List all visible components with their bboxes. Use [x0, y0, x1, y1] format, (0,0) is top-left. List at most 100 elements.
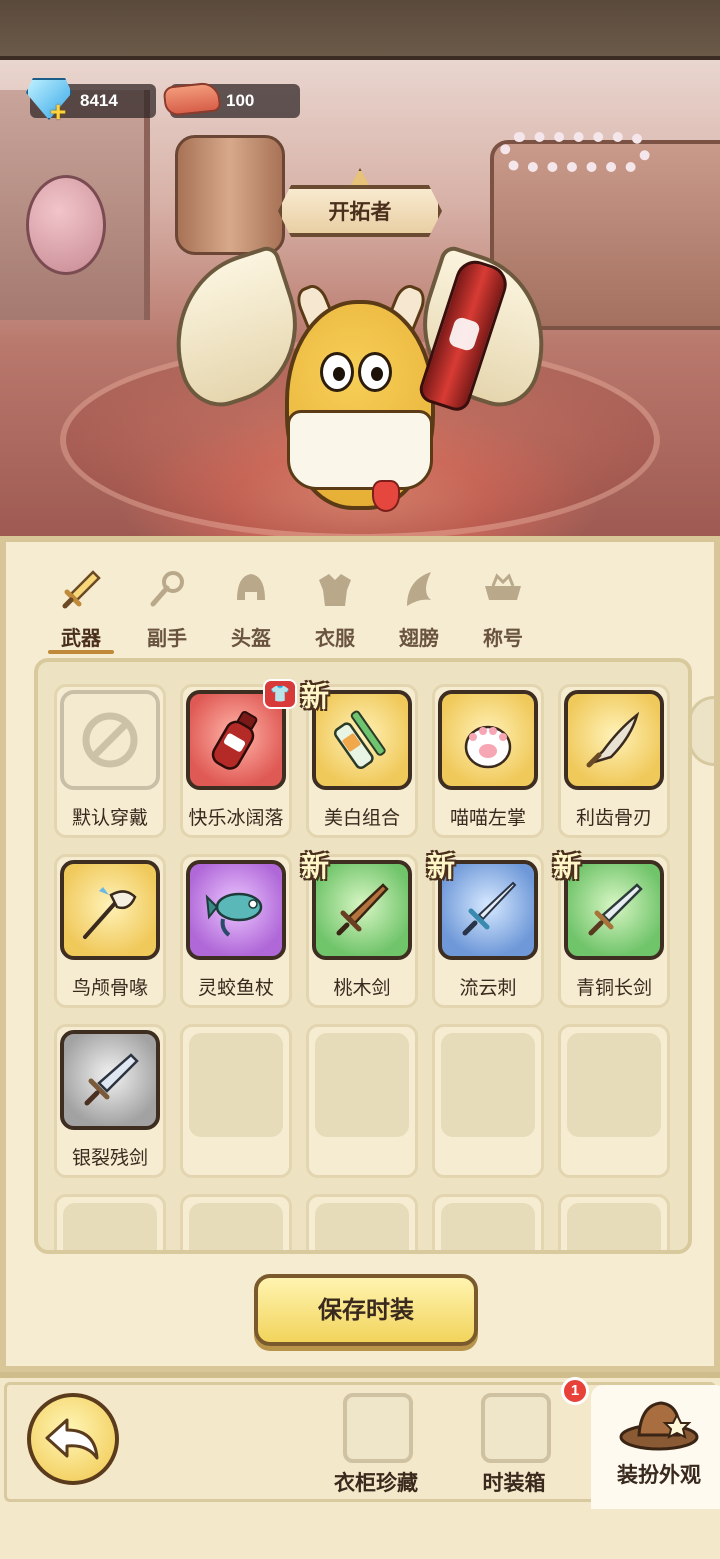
egg-decoration [26, 175, 106, 275]
barrel-decoration [175, 135, 285, 255]
bottom-nav-frame: 衣柜珍藏 时装箱 1 装扮外观 [4, 1377, 720, 1509]
fashion-chest-icon [481, 1393, 551, 1463]
gem-amount: 8414 [80, 91, 118, 110]
item-label: 青铜长剑 [575, 977, 652, 999]
item-cell[interactable]: 新 美白组合 [301, 680, 418, 838]
item-cell[interactable]: 新 桃木剑 [301, 850, 418, 1008]
tab-wings-label: 翅膀 [399, 626, 439, 650]
toothbrush-set-icon [333, 710, 386, 770]
armor-icon [319, 574, 351, 606]
empty-slot [432, 1194, 544, 1250]
add-gems-icon[interactable]: + [50, 98, 74, 126]
tab-clothes-label: 衣服 [315, 626, 355, 650]
item-label: 鸟颅骨喙 [71, 977, 148, 999]
item-label: 默认穿戴 [71, 807, 148, 829]
empty-slot [54, 1194, 166, 1250]
item-label: 美白组合 [323, 807, 400, 829]
tab-offhand[interactable]: 副手 [132, 564, 202, 660]
none-icon [82, 712, 138, 768]
left-eye [320, 352, 354, 392]
new-badge: 新 [553, 850, 582, 883]
empty-slot [558, 1024, 670, 1178]
character-shirt [287, 410, 433, 490]
item-cell[interactable]: 银裂残剑 [54, 1024, 166, 1178]
tab-weapon-label: 武器 [61, 626, 101, 650]
bottom-nav: 衣柜珍藏 时装箱 1 装扮外观 [0, 1372, 720, 1559]
hat-icon [619, 1401, 699, 1451]
item-label: 银裂残剑 [71, 1147, 148, 1169]
tab-title[interactable]: 称号 [468, 564, 538, 660]
item-cell[interactable]: 新 流云刺 [427, 850, 544, 1008]
tab-wings[interactable]: 翅膀 [384, 564, 454, 660]
pearl-necklace-decoration [500, 132, 650, 172]
back-button[interactable] [27, 1393, 119, 1485]
rapier-icon [462, 881, 517, 936]
tab-clothes[interactable]: 衣服 [300, 564, 370, 660]
bronze-sword-icon [588, 883, 643, 936]
nav-fashion-chest-label: 时装箱 [482, 1471, 546, 1495]
nav-dress-up-label: 装扮外观 [617, 1463, 701, 1487]
right-eye [358, 352, 392, 392]
item-frame [60, 860, 160, 960]
item-frame [438, 690, 538, 790]
item-cell[interactable]: 利齿骨刃 [558, 684, 670, 838]
nav-wardrobe[interactable]: 衣柜珍藏 [321, 1393, 431, 1501]
meat-amount: 100 [226, 91, 255, 110]
empty-slot [180, 1024, 292, 1178]
active-tab-indicator [48, 650, 114, 654]
nav-wardrobe-label: 衣柜珍藏 [334, 1471, 418, 1495]
cat-paw-icon [464, 725, 512, 769]
save-outfit-button[interactable]: 保存时装 [254, 1274, 478, 1346]
bone-blade-icon [586, 711, 640, 768]
cola-bottle-icon [211, 710, 258, 770]
new-badge: 新 [301, 850, 330, 883]
empty-slot [306, 1194, 418, 1250]
gem-counter[interactable]: + 8414 [26, 78, 156, 126]
back-arrow-icon [45, 1418, 99, 1460]
nav-fashion-chest[interactable]: 时装箱 [459, 1393, 569, 1501]
item-cell[interactable]: 新 青铜长剑 [553, 850, 670, 1008]
item-label: 快乐冰阔落 [188, 807, 284, 829]
tab-helmet-label: 头盔 [231, 626, 271, 650]
item-label: 流云刺 [459, 977, 517, 999]
item-frame [60, 690, 160, 790]
meat-icon [162, 81, 222, 117]
empty-slot [432, 1024, 544, 1178]
wearing-badge-icon: 👕 [263, 679, 297, 709]
item-label: 灵蛟鱼杖 [197, 977, 274, 999]
wing-icon [407, 572, 431, 606]
item-frame [186, 860, 286, 960]
item-label: 桃木剑 [333, 977, 391, 999]
title-icon [485, 573, 521, 600]
item-frame [564, 690, 664, 790]
meat-counter[interactable]: 100 [162, 81, 300, 118]
offhand-icon [150, 571, 184, 607]
character-title: 开拓者 [328, 201, 392, 224]
nav-dress-up[interactable]: 装扮外观 [591, 1385, 720, 1509]
tab-weapon[interactable]: 武器 [46, 564, 116, 660]
empty-slot [558, 1194, 670, 1250]
item-cell[interactable]: 喵喵左掌 [432, 684, 544, 838]
strawberry-icon [372, 480, 400, 512]
broken-sword-icon [84, 1053, 139, 1106]
item-label: 喵喵左掌 [449, 807, 526, 829]
character-scene: + 8414 100 开拓者 [0, 60, 720, 538]
top-frame [0, 0, 720, 60]
new-badge: 新 [301, 680, 330, 713]
wooden-sword-icon [336, 883, 389, 936]
fish-staff-icon [205, 892, 263, 937]
empty-slot [306, 1024, 418, 1178]
helmet-icon [237, 574, 265, 600]
character-title-badge: 开拓者 [278, 185, 442, 237]
item-cell[interactable]: 👕 快乐冰阔落 [180, 679, 297, 838]
tab-helmet[interactable]: 头盔 [216, 564, 286, 660]
tab-offhand-label: 副手 [147, 626, 187, 650]
empty-slot [180, 1194, 292, 1250]
item-cell[interactable]: 鸟颅骨喙 [54, 854, 166, 1008]
item-label: 利齿骨刃 [575, 807, 652, 829]
wardrobe-icon [343, 1393, 413, 1463]
item-grid: 默认穿戴 👕 快乐冰阔落 新 美白组合 喵喵左掌 利齿骨刃 鸟颅骨喙 灵蛟鱼杖 … [34, 658, 692, 1254]
item-cell[interactable]: 默认穿戴 [54, 684, 166, 838]
category-tabs: 武器 副手 头盔 衣服 翅膀 称号 [46, 564, 546, 660]
item-cell[interactable]: 灵蛟鱼杖 [180, 854, 292, 1008]
